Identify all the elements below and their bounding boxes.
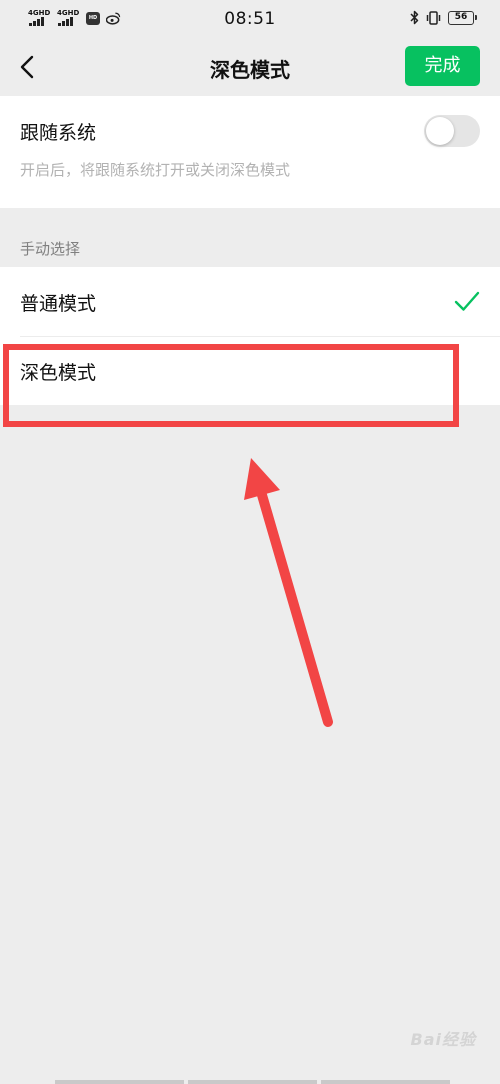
option-normal-mode[interactable]: 普通模式 (0, 267, 500, 336)
follow-system-toggle[interactable] (424, 115, 480, 147)
status-bar-right: 56 (410, 10, 477, 25)
option-label: 普通模式 (20, 293, 97, 315)
done-button[interactable]: 完成 (405, 46, 480, 86)
toggle-knob (426, 117, 454, 145)
dark-mode-settings-screen: 4GHD 4GHD HD 08:51 56 深色模式 完成 跟随系统 开启后，将… (0, 0, 500, 1084)
checkmark-icon (454, 291, 480, 311)
bottom-indicator (55, 1080, 450, 1084)
baidu-jingyan-watermark: Bai经验 (410, 1030, 476, 1049)
follow-system-title: 跟随系统 (20, 122, 97, 144)
vibrate-icon (426, 10, 441, 25)
navigation-bar: 深色模式 完成 (0, 40, 500, 96)
follow-system-card: 跟随系统 开启后，将跟随系统打开或关闭深色模式 (0, 96, 500, 208)
annotation-highlight-box (3, 344, 459, 427)
status-bar: 4GHD 4GHD HD 08:51 56 (0, 0, 500, 40)
bluetooth-icon (410, 10, 419, 25)
manual-selection-header: 手动选择 (20, 240, 81, 258)
follow-system-description: 开启后，将跟随系统打开或关闭深色模式 (20, 161, 291, 179)
battery-icon: 56 (448, 10, 477, 25)
